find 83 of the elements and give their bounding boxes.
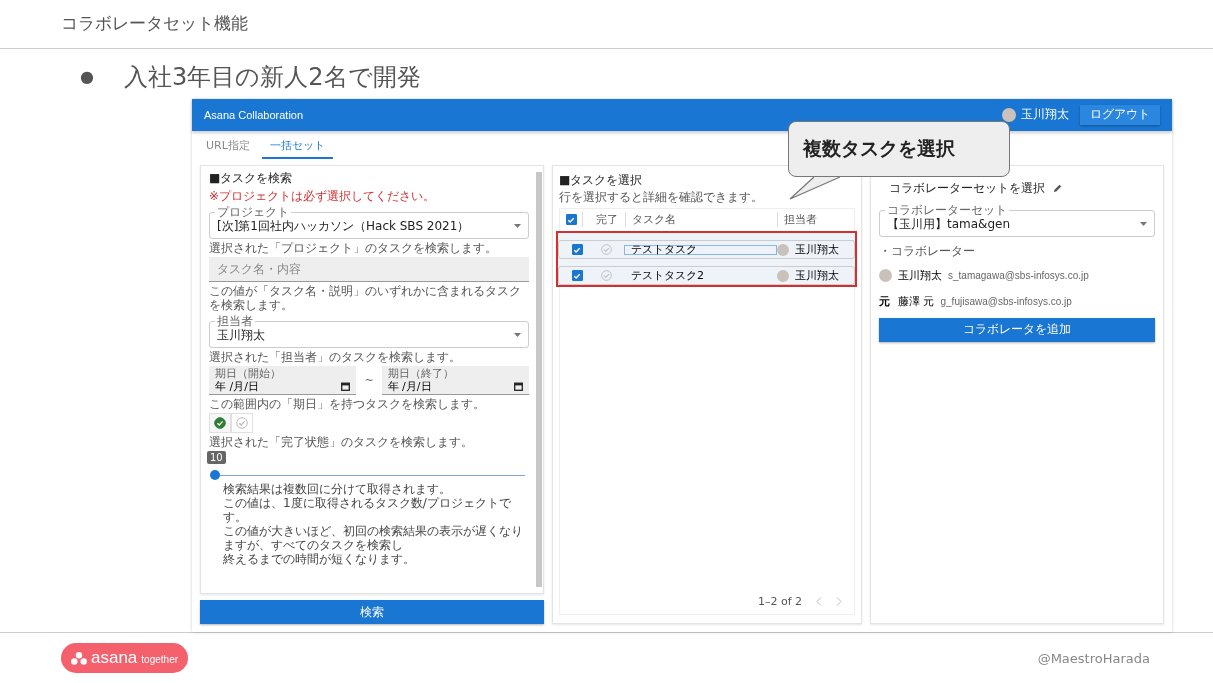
avatar-initial: 元 xyxy=(879,294,891,310)
calendar-icon xyxy=(514,381,523,391)
keyword-field[interactable]: タスク名・内容 xyxy=(209,256,529,282)
member-name: 玉川翔太 xyxy=(898,268,942,284)
dropdown-icon xyxy=(514,332,521,337)
note-text: 検索結果は複数回に分けて取得されます。 xyxy=(223,481,452,496)
checkbox[interactable] xyxy=(571,270,583,282)
assignee-name: 玉川翔太 xyxy=(795,268,839,284)
field-label: 担当者 xyxy=(215,313,255,328)
pencil-icon[interactable] xyxy=(1053,183,1062,193)
slider-thumb[interactable] xyxy=(210,469,220,480)
panel-hint: 行を選択すると詳細を確認できます。 xyxy=(559,189,763,204)
table-row[interactable]: テストタスク2 玉川翔太 xyxy=(558,258,855,285)
avatar-icon xyxy=(777,269,789,282)
select-value: 【玉川用】tama&gen xyxy=(887,216,1012,231)
column-header[interactable]: 担当者 xyxy=(777,212,854,228)
field-label: 期日（終了） xyxy=(387,366,455,380)
panel-heading: ■タスクを選択 xyxy=(559,171,643,189)
date-field[interactable]: 期日（開始） 年 /月/日 xyxy=(209,365,357,395)
app-title: Asana Collaboration xyxy=(204,108,304,121)
field-hint: 選択された「完了状態」のタスクを検索します。 xyxy=(209,434,474,449)
task-name-cell: テストタスク xyxy=(624,244,777,255)
dots-icon xyxy=(71,651,87,665)
assignee-select[interactable]: 担当者 玉川翔太 xyxy=(209,313,529,348)
avatar-icon xyxy=(777,243,789,256)
search-button[interactable]: 検索 xyxy=(200,600,544,625)
check-circle-icon xyxy=(236,416,248,429)
status-toggle[interactable] xyxy=(209,412,231,433)
column-header[interactable]: 完了 xyxy=(582,212,625,228)
date-value: 年 /月/日 xyxy=(387,379,432,393)
field-label: 期日（開始） xyxy=(215,366,282,380)
field-hint: この値が「タスク名・説明」のいずれかに含まれるタスクを検索します。 xyxy=(209,283,522,312)
scrollbar[interactable] xyxy=(536,171,542,588)
collaborator-set-select[interactable]: コラボレーターセット 【玉川用】tama&gen xyxy=(879,202,1155,237)
member-email: s_tamagawa@sbs-infosys.co.jp xyxy=(948,270,1089,282)
tab[interactable]: 一括セット xyxy=(261,134,333,159)
bullet-text: 入社3年目の新人2名で開発 xyxy=(123,61,421,93)
field-hint: 選択された「担当者」のタスクを検索します。 xyxy=(209,349,462,364)
select-value: [次]第1回社内ハッカソン（Hack SBS 2021） xyxy=(217,218,471,233)
slide-title: コラボレータセット機能 xyxy=(61,12,248,36)
logout-button[interactable]: ログアウト xyxy=(1080,104,1160,125)
logo-wordmark: asana xyxy=(91,648,138,669)
check-circle-icon[interactable] xyxy=(600,270,612,282)
author-handle: @MaestroHarada xyxy=(1037,650,1150,666)
dropdown-icon xyxy=(514,223,521,228)
add-collaborator-button[interactable]: コラボレータを追加 xyxy=(879,317,1155,342)
logo-tagline: together xyxy=(141,654,179,666)
panel-heading: ■タスクを検索 xyxy=(209,169,293,187)
check-circle-icon xyxy=(214,416,226,429)
panel-heading: コラボレーターセットを選択 xyxy=(889,179,1045,197)
user-name: 玉川翔太 xyxy=(1021,106,1069,124)
check-circle-icon[interactable] xyxy=(600,244,612,256)
note-text: この値は、1度に取得されるタスク数/プロジェクトです。 xyxy=(223,495,512,524)
required-note: ※プロジェクトは必ず選択してください。 xyxy=(209,188,437,203)
slider-tooltip: 10 xyxy=(207,450,226,464)
dropdown-icon xyxy=(1140,221,1147,226)
avatar-icon xyxy=(1002,107,1016,122)
member-email: g_fujisawa@sbs-infosys.co.jp xyxy=(940,296,1072,308)
table-row[interactable]: テストタスク 玉川翔太 xyxy=(558,232,855,259)
note-text: 終えるまでの時間が短くなります。 xyxy=(223,551,416,566)
field-hint: この範囲内の「期日」を持つタスクを検索します。 xyxy=(209,396,486,411)
assignee-name: 玉川翔太 xyxy=(795,242,839,258)
status-toggle[interactable] xyxy=(231,412,253,433)
member-name: 藤澤 元 xyxy=(898,294,935,310)
date-field[interactable]: 期日（終了） 年 /月/日 xyxy=(381,365,529,395)
column-header[interactable]: タスク名 xyxy=(625,212,777,228)
checkbox[interactable] xyxy=(565,214,577,226)
project-select[interactable]: プロジェクト [次]第1回社内ハッカソン（Hack SBS 2021） xyxy=(209,204,529,239)
range-separator: ~ xyxy=(364,373,374,387)
field-label: プロジェクト xyxy=(215,204,291,219)
select-value: 玉川翔太 xyxy=(217,327,266,342)
bullet-mark: ● xyxy=(80,67,94,87)
tab[interactable]: URL指定 xyxy=(198,134,258,159)
field-label: コラボレーターセット xyxy=(885,202,1009,217)
field-hint: 選択された「プロジェクト」のタスクを検索します。 xyxy=(209,240,498,255)
pagination-text: 1–2 of 2 xyxy=(757,595,802,609)
task-name-cell-text: テストタスク2 xyxy=(630,270,705,281)
section-label: ・コラボレーター xyxy=(879,242,976,260)
date-value: 年 /月/日 xyxy=(215,379,259,393)
calendar-icon xyxy=(341,381,351,391)
avatar-icon xyxy=(879,269,892,283)
note-text: この値が大きいほど、初回の検索結果の表示が遅くなりますが、すべてのタスクを検索し xyxy=(223,523,524,552)
checkbox[interactable] xyxy=(571,244,583,256)
